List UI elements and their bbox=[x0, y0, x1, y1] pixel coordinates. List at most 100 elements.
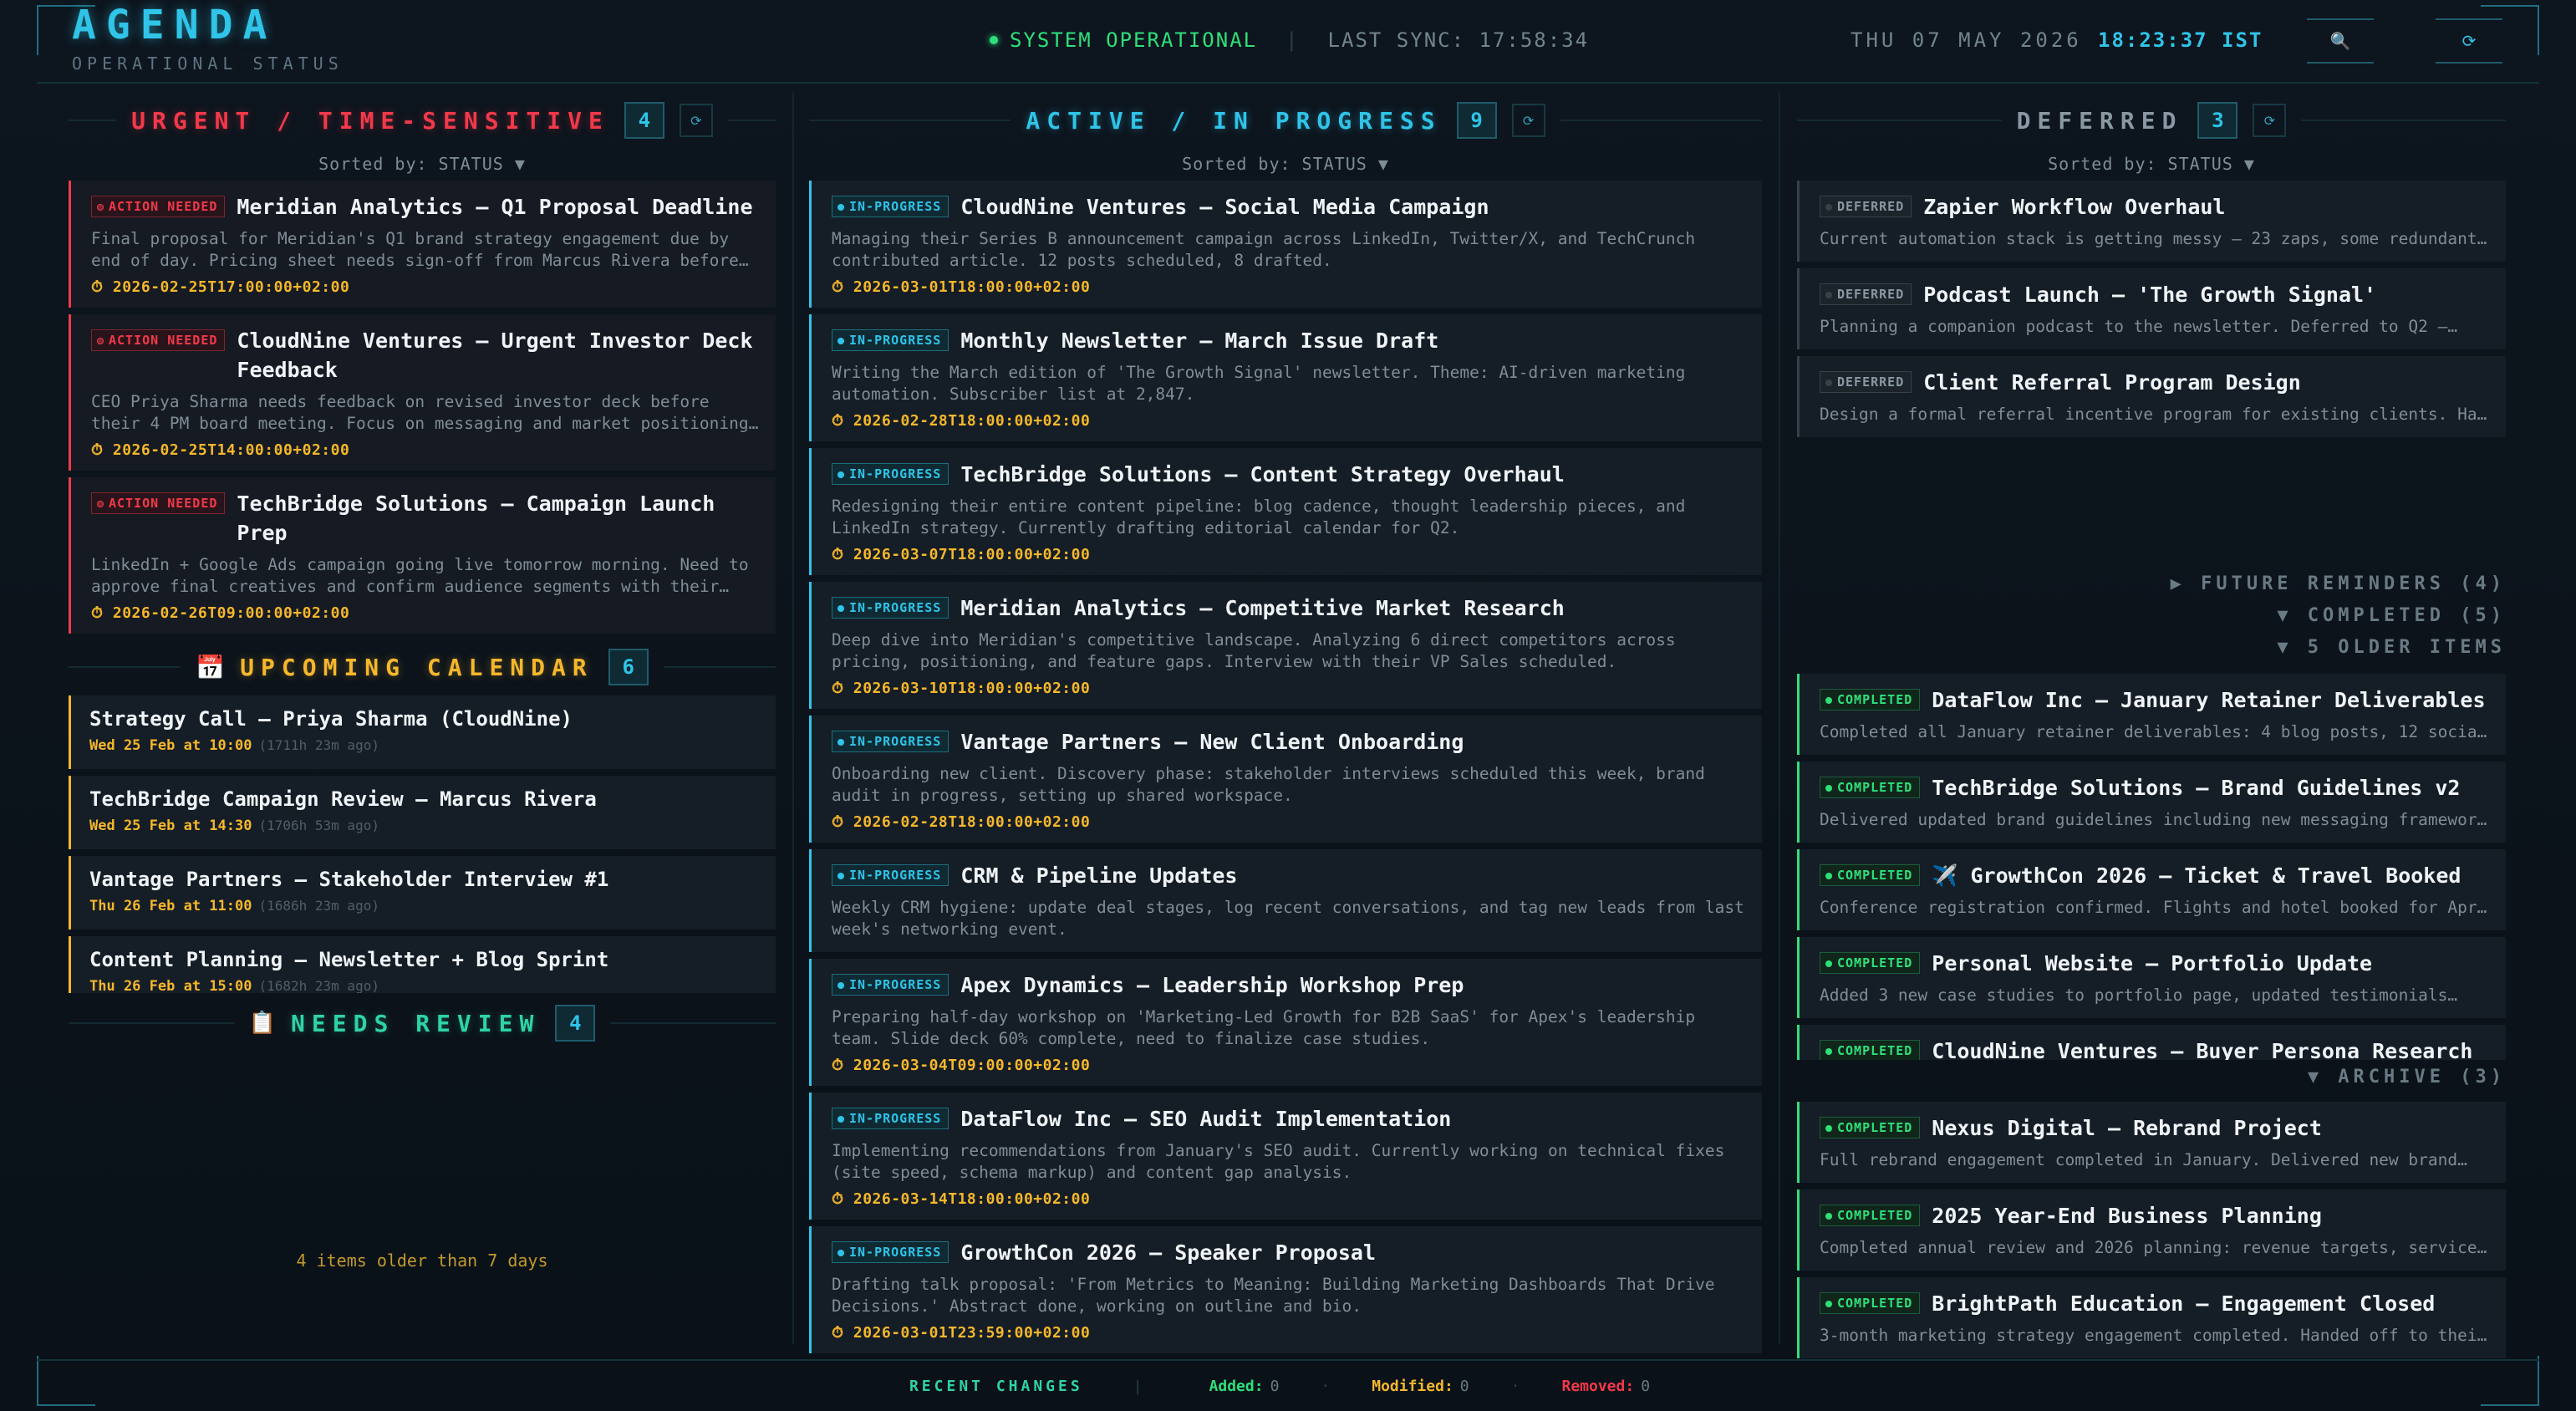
archive-list: COMPLETED Nexus Digital — Rebrand Project… bbox=[1797, 1102, 2506, 1358]
task-card[interactable]: COMPLETED TechBridge Solutions — Brand Gu… bbox=[1797, 762, 2506, 843]
task-card[interactable]: COMPLETED Personal Website — Portfolio Up… bbox=[1797, 937, 2506, 1018]
task-card[interactable]: IN-PROGRESS DataFlow Inc — SEO Audit Impl… bbox=[809, 1093, 1762, 1220]
calendar-event[interactable]: TechBridge Campaign Review — Marcus Rive… bbox=[69, 776, 776, 849]
task-card[interactable]: IN-PROGRESS CRM & Pipeline Updates Weekly … bbox=[809, 849, 1762, 952]
deferred-list: DEFERRED Zapier Workflow Overhaul Current … bbox=[1797, 181, 2506, 573]
event-time: Wed 25 Feb at 10:00 (1711h 23m ago) bbox=[89, 737, 759, 754]
task-card[interactable]: DEFERRED Zapier Workflow Overhaul Current … bbox=[1797, 181, 2506, 262]
event-elapsed: (1686h 23m ago) bbox=[258, 898, 379, 914]
removed-value: 0 bbox=[1641, 1377, 1651, 1395]
task-card-header: COMPLETED ✈️ GrowthCon 2026 — Ticket & Tr… bbox=[1820, 861, 2491, 890]
status-badge: IN-PROGRESS bbox=[832, 597, 949, 619]
calendar-icon: 📅 bbox=[196, 653, 226, 681]
urgent-header: URGENT / TIME-SENSITIVE 4 ⟳ bbox=[69, 87, 776, 154]
task-card[interactable]: IN-PROGRESS Meridian Analytics — Competit… bbox=[809, 582, 1762, 709]
section-refresh-button[interactable]: ⟳ bbox=[1511, 104, 1545, 137]
status-badge-label: IN-PROGRESS bbox=[849, 1245, 942, 1260]
status-dot-icon bbox=[837, 604, 844, 612]
status-badge: IN-PROGRESS bbox=[832, 974, 949, 996]
completed-toggle[interactable]: ▼ COMPLETED (5) bbox=[1797, 605, 2506, 637]
status-badge-label: IN-PROGRESS bbox=[849, 199, 942, 214]
calendar-event[interactable]: Content Planning — Newsletter + Blog Spr… bbox=[69, 936, 776, 993]
status-badge: COMPLETED bbox=[1820, 689, 1921, 711]
status-dot-icon bbox=[990, 36, 998, 44]
status-dot-icon bbox=[1825, 203, 1832, 211]
status-badge-label: IN-PROGRESS bbox=[849, 734, 942, 749]
task-title: Podcast Launch — 'The Growth Signal' bbox=[1923, 283, 2377, 307]
sort-dropdown[interactable]: Sorted by: STATUS ▼ bbox=[1797, 154, 2506, 181]
event-title: Content Planning — Newsletter + Blog Spr… bbox=[89, 948, 609, 971]
task-due-date: ⏱ 2026-03-07T18:00:00+02:00 bbox=[832, 546, 1091, 563]
task-card-header: ACTION NEEDED TechBridge Solutions — Camp… bbox=[91, 489, 761, 548]
task-title: TechBridge Solutions — Content Strategy … bbox=[960, 462, 1565, 486]
task-card[interactable]: ACTION NEEDED TechBridge Solutions — Camp… bbox=[69, 477, 776, 634]
calendar-event[interactable]: Vantage Partners — Stakeholder Interview… bbox=[69, 856, 776, 930]
active-header: ACTIVE / IN PROGRESS 9 ⟳ bbox=[809, 87, 1762, 154]
task-title: DataFlow Inc — January Retainer Delivera… bbox=[1932, 688, 2486, 712]
task-card[interactable]: IN-PROGRESS TechBridge Solutions — Conten… bbox=[809, 448, 1762, 575]
task-description: Redesigning their entire content pipelin… bbox=[832, 497, 1686, 537]
task-title: TechBridge Solutions — Brand Guidelines … bbox=[1932, 776, 2461, 800]
count-badge: 4 bbox=[555, 1005, 596, 1042]
status-badge: IN-PROGRESS bbox=[832, 329, 949, 351]
task-description: Completed all January retainer deliverab… bbox=[1820, 722, 2491, 741]
task-title: Personal Website — Portfolio Update bbox=[1932, 951, 2373, 975]
task-card[interactable]: COMPLETED CloudNine Ventures — Buyer Pers… bbox=[1797, 1025, 2506, 1060]
search-button[interactable]: 🔍 bbox=[2307, 18, 2374, 64]
recent-changes-title: RECENT CHANGES bbox=[909, 1377, 1083, 1395]
future-reminders-toggle[interactable]: ▶ FUTURE REMINDERS (4) bbox=[1797, 573, 2506, 605]
status-badge: IN-PROGRESS bbox=[832, 463, 949, 485]
status-badge: DEFERRED bbox=[1820, 283, 1912, 305]
section-refresh-button[interactable]: ⟳ bbox=[679, 104, 713, 137]
section-refresh-button[interactable]: ⟳ bbox=[2253, 104, 2287, 137]
task-card[interactable]: IN-PROGRESS Monthly Newsletter — March Is… bbox=[809, 314, 1762, 441]
sort-dropdown[interactable]: Sorted by: STATUS ▼ bbox=[809, 154, 1762, 181]
event-title: Vantage Partners — Stakeholder Interview… bbox=[89, 868, 609, 891]
task-card[interactable]: IN-PROGRESS Apex Dynamics — Leadership Wo… bbox=[809, 959, 1762, 1086]
task-card[interactable]: ACTION NEEDED Meridian Analytics — Q1 Pro… bbox=[69, 181, 776, 308]
task-due-date: ⏱ 2026-03-14T18:00:00+02:00 bbox=[832, 1190, 1091, 1208]
sort-dropdown[interactable]: Sorted by: STATUS ▼ bbox=[69, 154, 776, 181]
task-card[interactable]: COMPLETED Nexus Digital — Rebrand Project… bbox=[1797, 1102, 2506, 1183]
status-badge-label: COMPLETED bbox=[1837, 1208, 1913, 1223]
added-value: 0 bbox=[1270, 1377, 1280, 1395]
older-items-toggle[interactable]: ▼ 5 OLDER ITEMS bbox=[1797, 637, 2506, 674]
last-sync: LAST SYNC: 17:58:34 bbox=[1327, 28, 1590, 52]
status-badge-label: COMPLETED bbox=[1837, 1296, 1913, 1311]
page-subtitle: OPERATIONAL STATUS bbox=[72, 53, 344, 74]
task-card[interactable]: COMPLETED DataFlow Inc — January Retainer… bbox=[1797, 674, 2506, 755]
status-badge-label: IN-PROGRESS bbox=[849, 600, 942, 615]
task-card[interactable]: ACTION NEEDED CloudNine Ventures — Urgent… bbox=[69, 314, 776, 471]
modified-stat: Modified: 0 bbox=[1372, 1378, 1469, 1395]
task-card[interactable]: DEFERRED Client Referral Program Design De… bbox=[1797, 356, 2506, 437]
task-title: BrightPath Education — Engagement Closed bbox=[1932, 1291, 2436, 1316]
task-description: Onboarding new client. Discovery phase: … bbox=[832, 764, 1705, 805]
archive-toggle[interactable]: ▼ ARCHIVE (3) bbox=[1797, 1067, 2506, 1102]
refresh-icon: ⟳ bbox=[2461, 31, 2477, 51]
task-card[interactable]: COMPLETED BrightPath Education — Engageme… bbox=[1797, 1277, 2506, 1358]
status-dot-icon bbox=[1825, 1212, 1832, 1220]
task-card[interactable]: IN-PROGRESS CloudNine Ventures — Social M… bbox=[809, 181, 1762, 308]
calendar-event[interactable]: Strategy Call — Priya Sharma (CloudNine)… bbox=[69, 695, 776, 769]
task-title: CloudNine Ventures — Buyer Persona Resea… bbox=[1932, 1039, 2473, 1060]
task-card-header: DEFERRED Podcast Launch — 'The Growth Sig… bbox=[1820, 280, 2491, 309]
event-time: Wed 25 Feb at 14:30 (1706h 53m ago) bbox=[89, 818, 759, 834]
status-dot-icon bbox=[837, 738, 844, 746]
task-card[interactable]: IN-PROGRESS GrowthCon 2026 — Speaker Prop… bbox=[809, 1226, 1762, 1353]
task-card-header: ACTION NEEDED Meridian Analytics — Q1 Pro… bbox=[91, 192, 761, 222]
event-elapsed: (1711h 23m ago) bbox=[258, 737, 379, 753]
status-badge: IN-PROGRESS bbox=[832, 731, 949, 752]
task-card[interactable]: IN-PROGRESS Vantage Partners — New Client… bbox=[809, 716, 1762, 843]
task-card[interactable]: COMPLETED 2025 Year-End Business Planning… bbox=[1797, 1189, 2506, 1271]
deferred-column: DEFERRED 3 ⟳ Sorted by: STATUS ▼ DEFERRE… bbox=[1797, 87, 2506, 1365]
page-title: AGENDA bbox=[72, 2, 277, 48]
task-card-header: IN-PROGRESS TechBridge Solutions — Conten… bbox=[832, 460, 1747, 489]
older-items-note[interactable]: 4 items older than 7 days bbox=[69, 1251, 776, 1271]
calendar-header: 📅 UPCOMING CALENDAR 6 bbox=[69, 639, 776, 695]
status-badge-label: COMPLETED bbox=[1837, 692, 1913, 707]
task-card[interactable]: COMPLETED ✈️ GrowthCon 2026 — Ticket & Tr… bbox=[1797, 849, 2506, 930]
count-badge: 4 bbox=[624, 102, 664, 139]
refresh-button[interactable]: ⟳ bbox=[2436, 18, 2502, 64]
task-card[interactable]: DEFERRED Podcast Launch — 'The Growth Sig… bbox=[1797, 268, 2506, 349]
status-badge-label: ACTION NEEDED bbox=[109, 333, 218, 348]
